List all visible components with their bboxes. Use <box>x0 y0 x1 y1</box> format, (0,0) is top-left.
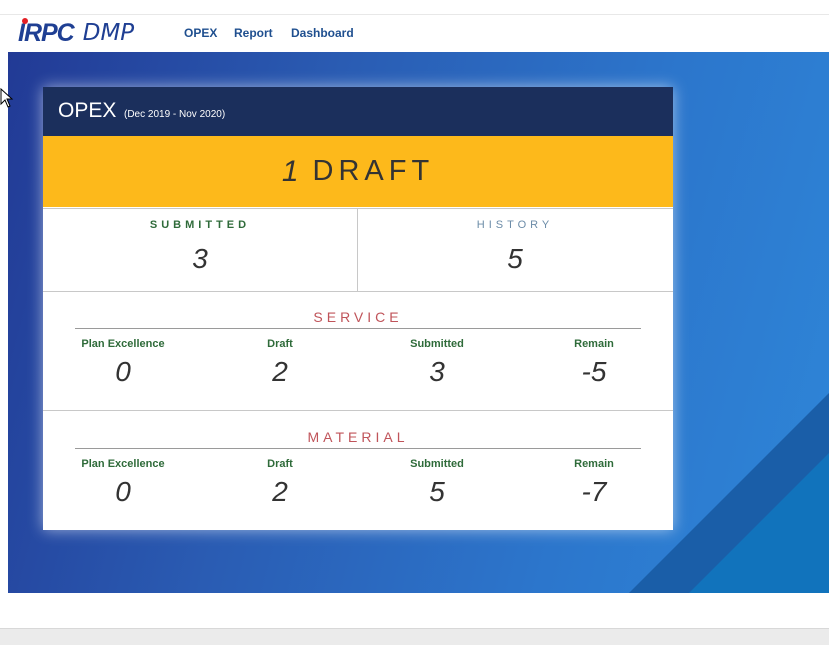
status-row: SUBMITTED 3 HISTORY 5 <box>43 208 673 292</box>
navbar: IRPC DMP OPEX Report Dashboard <box>0 15 829 52</box>
column-header: Plan Excellence <box>81 458 165 470</box>
material-title: MATERIAL <box>307 429 409 445</box>
card-title: OPEX <box>58 99 117 122</box>
nav-link-dashboard[interactable]: Dashboard <box>291 26 354 40</box>
column-header: Submitted <box>410 458 464 470</box>
material-section: MATERIAL Plan Excellence 0 Draft 2 Submi… <box>43 412 673 530</box>
irpc-logo: IRPC <box>18 17 75 48</box>
column-header: Draft <box>267 338 293 350</box>
column-header: Remain <box>574 338 614 350</box>
opex-summary-card: OPEX (Dec 2019 - Nov 2020) 1 DRAFT SUBMI… <box>43 87 673 530</box>
bottom-bar <box>0 628 829 645</box>
column-value: 5 <box>429 476 445 507</box>
logo-red-dot <box>22 17 28 24</box>
column-value: -7 <box>581 476 607 507</box>
column-header: Draft <box>267 458 293 470</box>
section-divider <box>75 328 641 329</box>
mouse-cursor-icon <box>0 88 14 108</box>
draft-summary[interactable]: 1 DRAFT <box>43 136 673 207</box>
card-period: (Dec 2019 - Nov 2020) <box>124 109 226 120</box>
service-section: SERVICE Plan Excellence 0 Draft 2 Submit… <box>43 292 673 411</box>
column-value: 0 <box>115 356 131 387</box>
section-divider <box>75 448 641 449</box>
column-value: -5 <box>581 356 607 387</box>
submitted-summary[interactable]: SUBMITTED 3 <box>43 209 358 291</box>
history-label: HISTORY <box>476 219 554 231</box>
app-logo[interactable]: IRPC DMP <box>18 17 135 48</box>
draft-count: 1 <box>281 154 299 188</box>
column-value: 2 <box>272 476 288 507</box>
submitted-label: SUBMITTED <box>149 219 251 231</box>
history-summary[interactable]: HISTORY 5 <box>358 209 672 291</box>
draft-label: DRAFT <box>312 155 435 187</box>
service-title: SERVICE <box>313 309 403 325</box>
column-value: 2 <box>272 356 288 387</box>
logo-app-name: DMP <box>82 20 135 46</box>
column-value: 3 <box>429 356 445 387</box>
column-value: 0 <box>115 476 131 507</box>
column-header: Submitted <box>410 338 464 350</box>
submitted-count: 3 <box>192 243 208 274</box>
column-header: Plan Excellence <box>81 338 165 350</box>
column-header: Remain <box>574 458 614 470</box>
nav-link-opex[interactable]: OPEX <box>184 26 217 40</box>
nav-link-report[interactable]: Report <box>234 26 273 40</box>
history-count: 5 <box>507 243 523 274</box>
card-header: OPEX (Dec 2019 - Nov 2020) <box>43 87 673 136</box>
